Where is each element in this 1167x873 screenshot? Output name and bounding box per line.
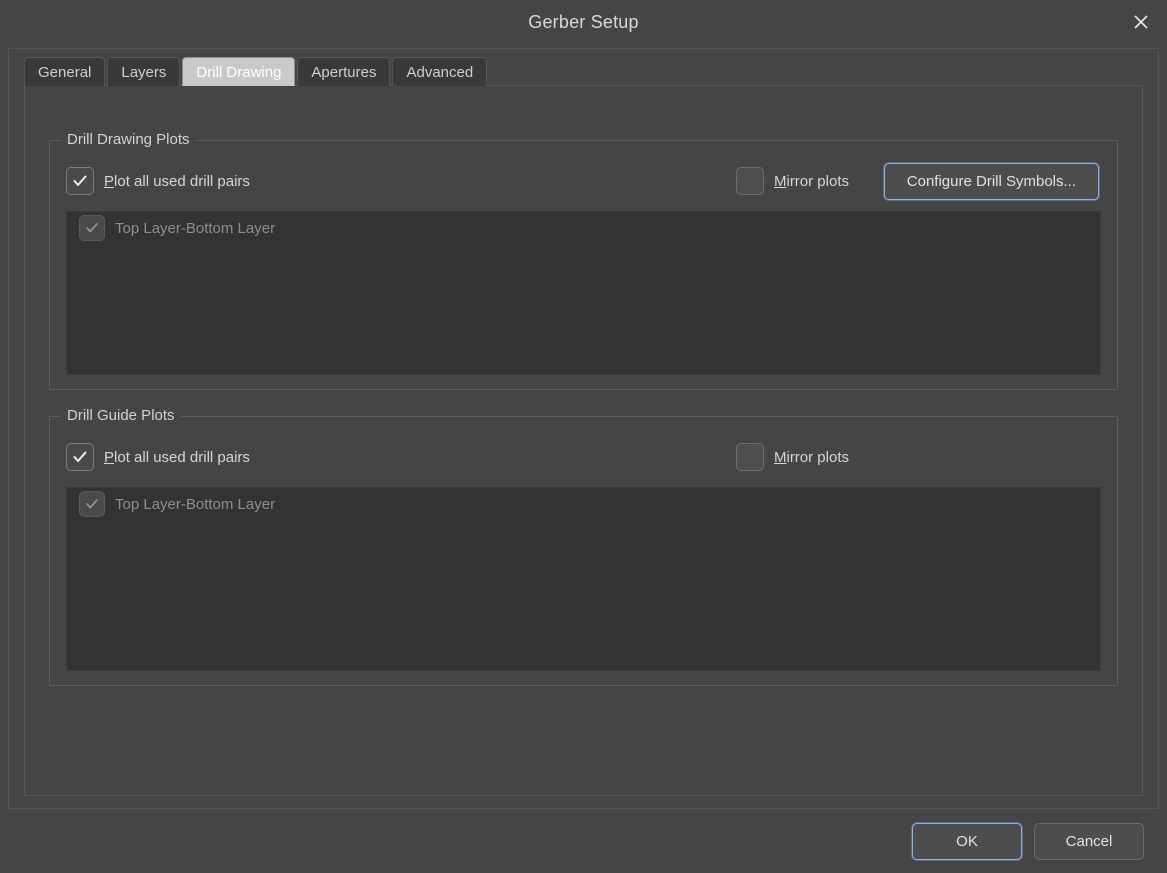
title-bar: Gerber Setup — [0, 0, 1167, 44]
tab-drill-drawing-label: Drill Drawing — [196, 63, 282, 81]
tab-layers-label: Layers — [121, 63, 167, 81]
accel-char: P — [104, 172, 115, 190]
accel-char: M — [773, 172, 787, 190]
configure-drill-symbols-button[interactable]: Configure Drill Symbols... — [883, 163, 1099, 200]
list-item-label: Top Layer-Bottom Layer — [115, 219, 276, 237]
tab-general[interactable]: General — [24, 57, 106, 86]
accel-char: P — [104, 448, 115, 466]
empty-checkbox-icon — [735, 167, 764, 195]
tab-apertures-label: Apertures — [311, 63, 377, 81]
drawing-plot-all-row: Plot all used drill pairs — [66, 167, 250, 195]
drawing-drill-pairs-list[interactable]: Top Layer-Bottom Layer — [66, 211, 1101, 375]
dialog-title: Gerber Setup — [528, 11, 639, 32]
group-drill-drawing-plots: Drill Drawing Plots Plot all used drill … — [49, 131, 1118, 390]
dialog-content-frame: General Layers Drill Drawing Apertures A… — [8, 48, 1159, 809]
gerber-setup-dialog: Gerber Setup General Layers Drill Drawin… — [0, 0, 1167, 873]
dialog-body: General Layers Drill Drawing Apertures A… — [0, 44, 1167, 873]
label-rest: irror plots — [786, 448, 849, 466]
guide-plot-all-checkbox[interactable]: Plot all used drill pairs — [66, 443, 250, 471]
ok-button[interactable]: OK — [912, 822, 1022, 860]
tab-strip: General Layers Drill Drawing Apertures A… — [24, 57, 489, 86]
guide-mirror-plots-checkbox[interactable]: Mirror plots — [735, 443, 849, 471]
guide-mirror-plots-label: Mirror plots — [774, 449, 849, 466]
checkmark-icon — [79, 491, 105, 517]
group-drill-guide-plots-title: Drill Guide Plots — [61, 407, 181, 424]
guide-plot-all-row: Plot all used drill pairs — [66, 443, 250, 471]
guide-plot-all-label: Plot all used drill pairs — [104, 449, 250, 466]
guide-drill-pairs-list[interactable]: Top Layer-Bottom Layer — [66, 487, 1101, 671]
tab-drill-drawing[interactable]: Drill Drawing — [182, 57, 296, 86]
tab-advanced[interactable]: Advanced — [392, 57, 488, 86]
tab-general-label: General — [38, 63, 92, 81]
empty-checkbox-icon — [735, 443, 764, 471]
checkmark-icon — [66, 443, 94, 471]
drawing-mirror-row: Mirror plots — [735, 167, 849, 195]
drawing-mirror-plots-label: Mirror plots — [774, 173, 849, 190]
tab-advanced-label: Advanced — [406, 63, 474, 81]
accel-char: M — [773, 448, 787, 466]
label-rest: lot all used drill pairs — [114, 448, 250, 466]
group-drill-drawing-plots-title: Drill Drawing Plots — [61, 131, 196, 148]
label-rest: irror plots — [786, 172, 849, 190]
tab-panel-drill-drawing: Drill Drawing Plots Plot all used drill … — [24, 85, 1143, 796]
drawing-plot-all-checkbox[interactable]: Plot all used drill pairs — [66, 167, 250, 195]
tab-apertures[interactable]: Apertures — [297, 57, 391, 86]
list-item[interactable]: Top Layer-Bottom Layer — [67, 212, 1100, 244]
group-drill-guide-plots: Drill Guide Plots Plot all used drill pa… — [49, 407, 1118, 686]
list-item-label: Top Layer-Bottom Layer — [115, 495, 276, 513]
checkmark-icon — [79, 215, 105, 241]
label-rest: lot all used drill pairs — [114, 172, 250, 190]
close-icon[interactable] — [1115, 0, 1167, 44]
drawing-mirror-plots-checkbox[interactable]: Mirror plots — [735, 167, 849, 195]
dialog-footer: OK Cancel — [8, 809, 1159, 873]
cancel-button[interactable]: Cancel — [1034, 822, 1144, 860]
guide-mirror-row: Mirror plots — [735, 443, 849, 471]
list-item[interactable]: Top Layer-Bottom Layer — [67, 488, 1100, 520]
tab-layers[interactable]: Layers — [107, 57, 181, 86]
checkmark-icon — [66, 167, 94, 195]
drawing-plot-all-label: Plot all used drill pairs — [104, 173, 250, 190]
